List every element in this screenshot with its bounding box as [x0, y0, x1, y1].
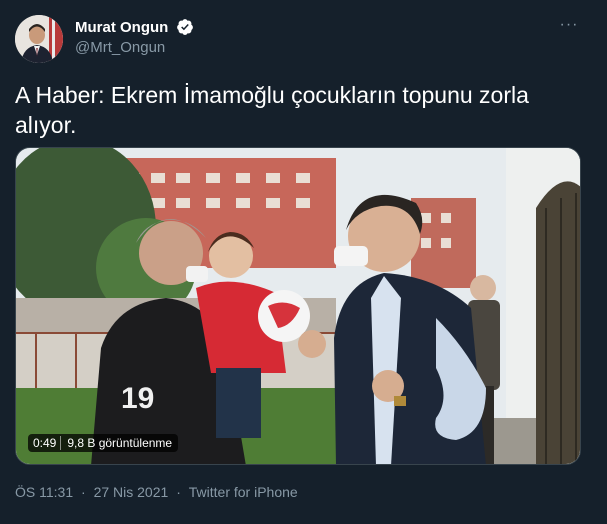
more-options-icon[interactable]: ···: [557, 16, 581, 36]
video-thumbnail: 19: [16, 148, 580, 464]
video-view-count: 9,8 B görüntülenme: [60, 436, 178, 450]
meta-separator: ·: [81, 484, 86, 500]
tweet-card: Murat Ongun @Mrt_Ongun ··· A Haber: Ekre…: [0, 0, 607, 524]
tweet-time[interactable]: ÖS 11:31: [15, 484, 73, 500]
video-duration: 0:49: [33, 436, 57, 450]
video-player[interactable]: 19 0:49 9,8 B görüntülenme: [15, 147, 581, 465]
author-name-block: Murat Ongun @Mrt_Ongun: [75, 18, 194, 56]
tweet-meta: ÖS 11:31 · 27 Nis 2021 · Twitter for iPh…: [15, 484, 298, 500]
author-avatar[interactable]: [15, 15, 63, 63]
svg-text:19: 19: [121, 382, 154, 415]
author-display-name[interactable]: Murat Ongun: [75, 19, 168, 36]
tweet-text: A Haber: Ekrem İmamoğlu çocukların topun…: [15, 82, 529, 138]
avatar-photo: [15, 15, 63, 63]
tweet-source[interactable]: Twitter for iPhone: [189, 484, 298, 500]
author-handle[interactable]: @Mrt_Ongun: [75, 39, 194, 56]
meta-separator: ·: [176, 484, 181, 500]
tweet-date[interactable]: 27 Nis 2021: [94, 484, 169, 500]
video-info-badge: 0:49 9,8 B görüntülenme: [28, 434, 179, 452]
verified-badge-icon: [176, 19, 193, 35]
